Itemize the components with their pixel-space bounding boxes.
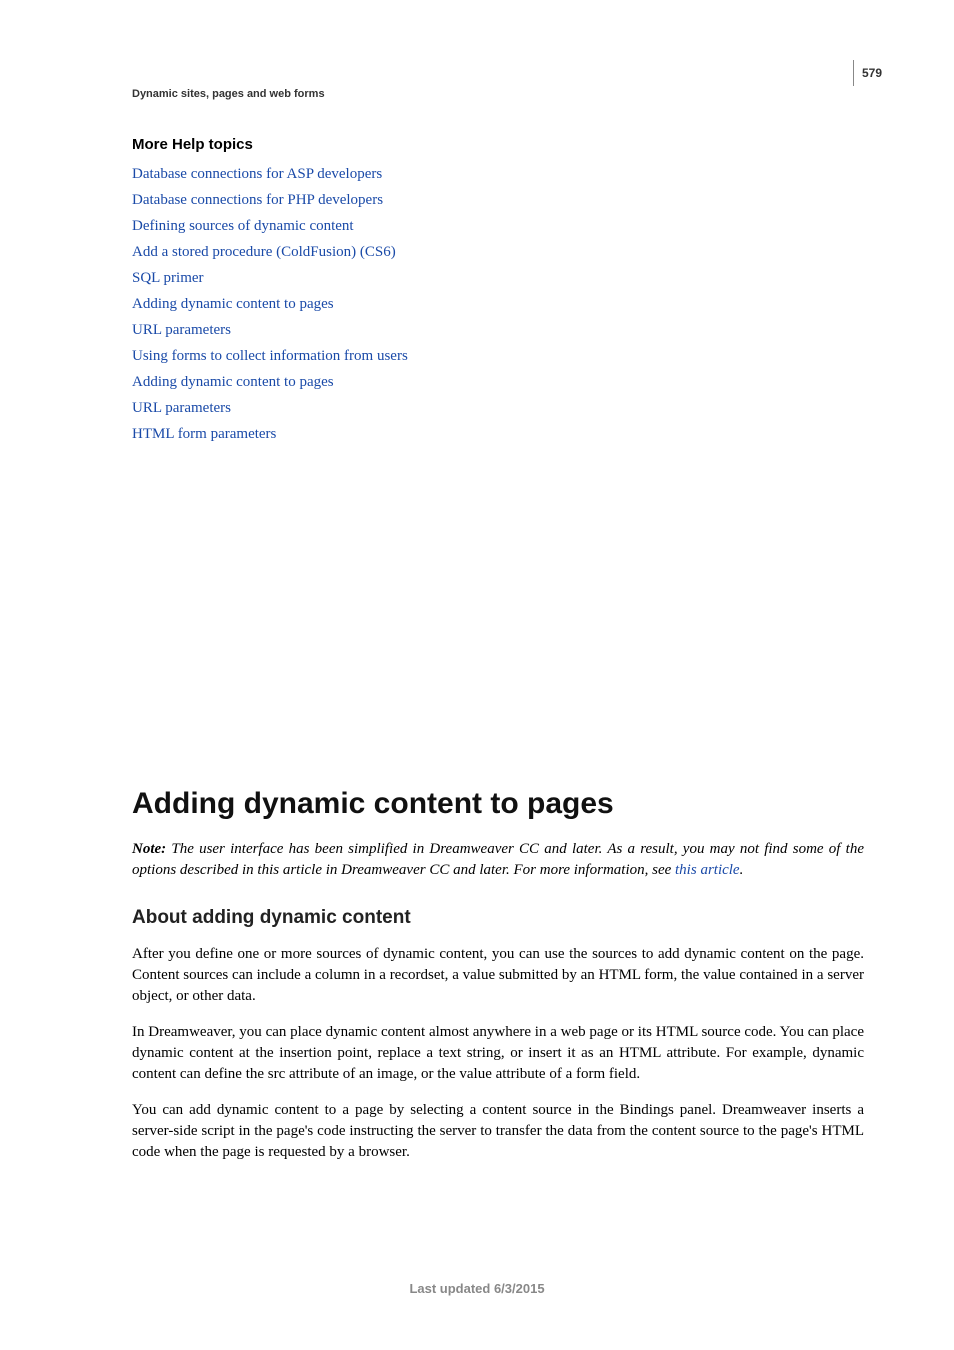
link-database-asp[interactable]: Database connections for ASP developers: [132, 166, 382, 182]
list-item: URL parameters: [132, 395, 864, 421]
note-paragraph: Note: The user interface has been simpli…: [132, 839, 864, 881]
list-item: HTML form parameters: [132, 421, 864, 447]
note-label: Note:: [132, 841, 166, 857]
link-sql-primer[interactable]: SQL primer: [132, 270, 204, 286]
link-database-php[interactable]: Database connections for PHP developers: [132, 192, 383, 208]
note-body-b: .: [740, 862, 744, 878]
list-item: Adding dynamic content to pages: [132, 369, 864, 395]
page-title: Adding dynamic content to pages: [132, 787, 864, 821]
link-stored-procedure[interactable]: Add a stored procedure (ColdFusion) (CS6…: [132, 244, 396, 260]
body-paragraph: In Dreamweaver, you can place dynamic co…: [132, 1022, 864, 1085]
link-defining-sources[interactable]: Defining sources of dynamic content: [132, 218, 354, 234]
page-footer: Last updated 6/3/2015: [0, 1281, 954, 1296]
note-body-a: The user interface has been simplified i…: [132, 841, 864, 878]
link-url-params-1[interactable]: URL parameters: [132, 322, 231, 338]
body-paragraph: After you define one or more sources of …: [132, 944, 864, 1007]
page-container: 579 Dynamic sites, pages and web forms M…: [0, 0, 954, 1350]
list-item: Adding dynamic content to pages: [132, 291, 864, 317]
note-link[interactable]: this article: [675, 862, 740, 878]
list-item: Database connections for PHP developers: [132, 187, 864, 213]
list-item: Defining sources of dynamic content: [132, 213, 864, 239]
link-url-params-2[interactable]: URL parameters: [132, 400, 231, 416]
list-item: Using forms to collect information from …: [132, 343, 864, 369]
page-number-wrap: 579: [853, 60, 882, 86]
list-item: Database connections for ASP developers: [132, 161, 864, 187]
section-subheading: About adding dynamic content: [132, 907, 864, 929]
list-item: Add a stored procedure (ColdFusion) (CS6…: [132, 239, 864, 265]
list-item: SQL primer: [132, 265, 864, 291]
link-adding-dynamic-1[interactable]: Adding dynamic content to pages: [132, 296, 334, 312]
more-help-heading: More Help topics: [132, 136, 864, 153]
link-using-forms[interactable]: Using forms to collect information from …: [132, 348, 408, 364]
body-paragraph: You can add dynamic content to a page by…: [132, 1100, 864, 1163]
link-html-form-params[interactable]: HTML form parameters: [132, 426, 276, 442]
page-number: 579: [862, 66, 882, 80]
more-help-links: Database connections for ASP developers …: [132, 161, 864, 447]
list-item: URL parameters: [132, 317, 864, 343]
running-head: Dynamic sites, pages and web forms: [132, 88, 864, 100]
link-adding-dynamic-2[interactable]: Adding dynamic content to pages: [132, 374, 334, 390]
